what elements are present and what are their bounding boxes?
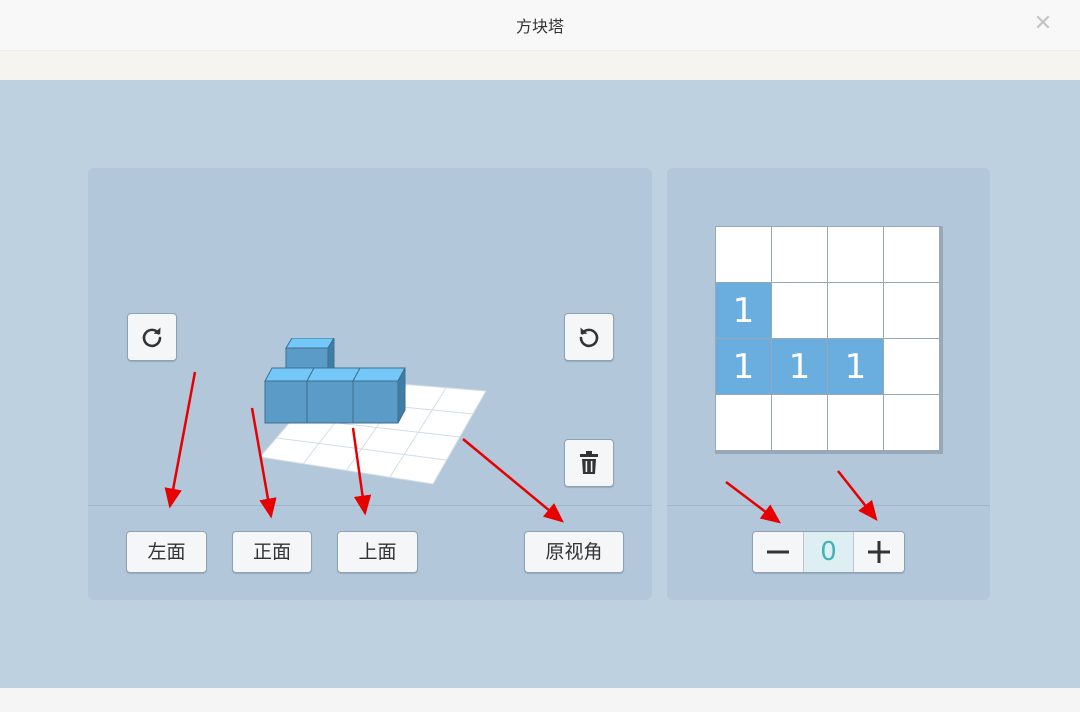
grid-cell[interactable] <box>772 227 827 282</box>
grid-cell[interactable] <box>716 395 771 450</box>
grid-cell[interactable] <box>772 395 827 450</box>
grid-cell[interactable] <box>772 283 827 338</box>
panel-divider <box>667 505 990 506</box>
footer-bar <box>0 688 1080 712</box>
grid-cell[interactable] <box>884 395 939 450</box>
view-front-button[interactable]: 正面 <box>232 531 312 573</box>
title-bar: 方块塔 ✕ <box>0 0 1080 51</box>
count-value[interactable]: 0 <box>803 532 854 572</box>
grid-cell[interactable] <box>884 227 939 282</box>
grid-cell[interactable]: 1 <box>772 339 827 394</box>
grid-cell[interactable] <box>716 227 771 282</box>
grid-cell[interactable] <box>884 283 939 338</box>
cube-scene[interactable] <box>248 338 588 498</box>
minus-icon <box>767 550 790 554</box>
count-stepper: − 0 + <box>752 531 905 573</box>
grid-cell[interactable] <box>884 339 939 394</box>
grid-cell[interactable] <box>828 395 883 450</box>
panel-divider <box>88 505 652 506</box>
window-title: 方块塔 <box>515 17 564 36</box>
grid-cell[interactable]: 1 <box>716 283 771 338</box>
view-panel: 左面 正面 上面 原视角 <box>88 168 652 600</box>
view-top-button[interactable]: 上面 <box>337 531 418 573</box>
rotate-clockwise-button[interactable] <box>127 313 177 361</box>
reset-view-button[interactable]: 原视角 <box>524 531 624 573</box>
plus-icon <box>867 541 890 563</box>
grid-cell[interactable]: 1 <box>716 339 771 394</box>
close-icon[interactable]: ✕ <box>1032 12 1054 36</box>
cubes <box>264 338 406 424</box>
decrement-button[interactable]: − <box>753 532 804 572</box>
increment-button[interactable]: + <box>853 532 904 572</box>
grid-cell[interactable] <box>828 227 883 282</box>
grid-cell[interactable]: 1 <box>828 339 883 394</box>
rotate-clockwise-icon <box>142 327 162 348</box>
grid-editor-panel: 1111 − 0 + <box>667 168 990 600</box>
view-left-button[interactable]: 左面 <box>126 531 207 573</box>
toolbar-strip <box>0 51 1080 80</box>
grid-cell[interactable] <box>828 283 883 338</box>
block-count-grid: 1111 <box>715 226 943 454</box>
